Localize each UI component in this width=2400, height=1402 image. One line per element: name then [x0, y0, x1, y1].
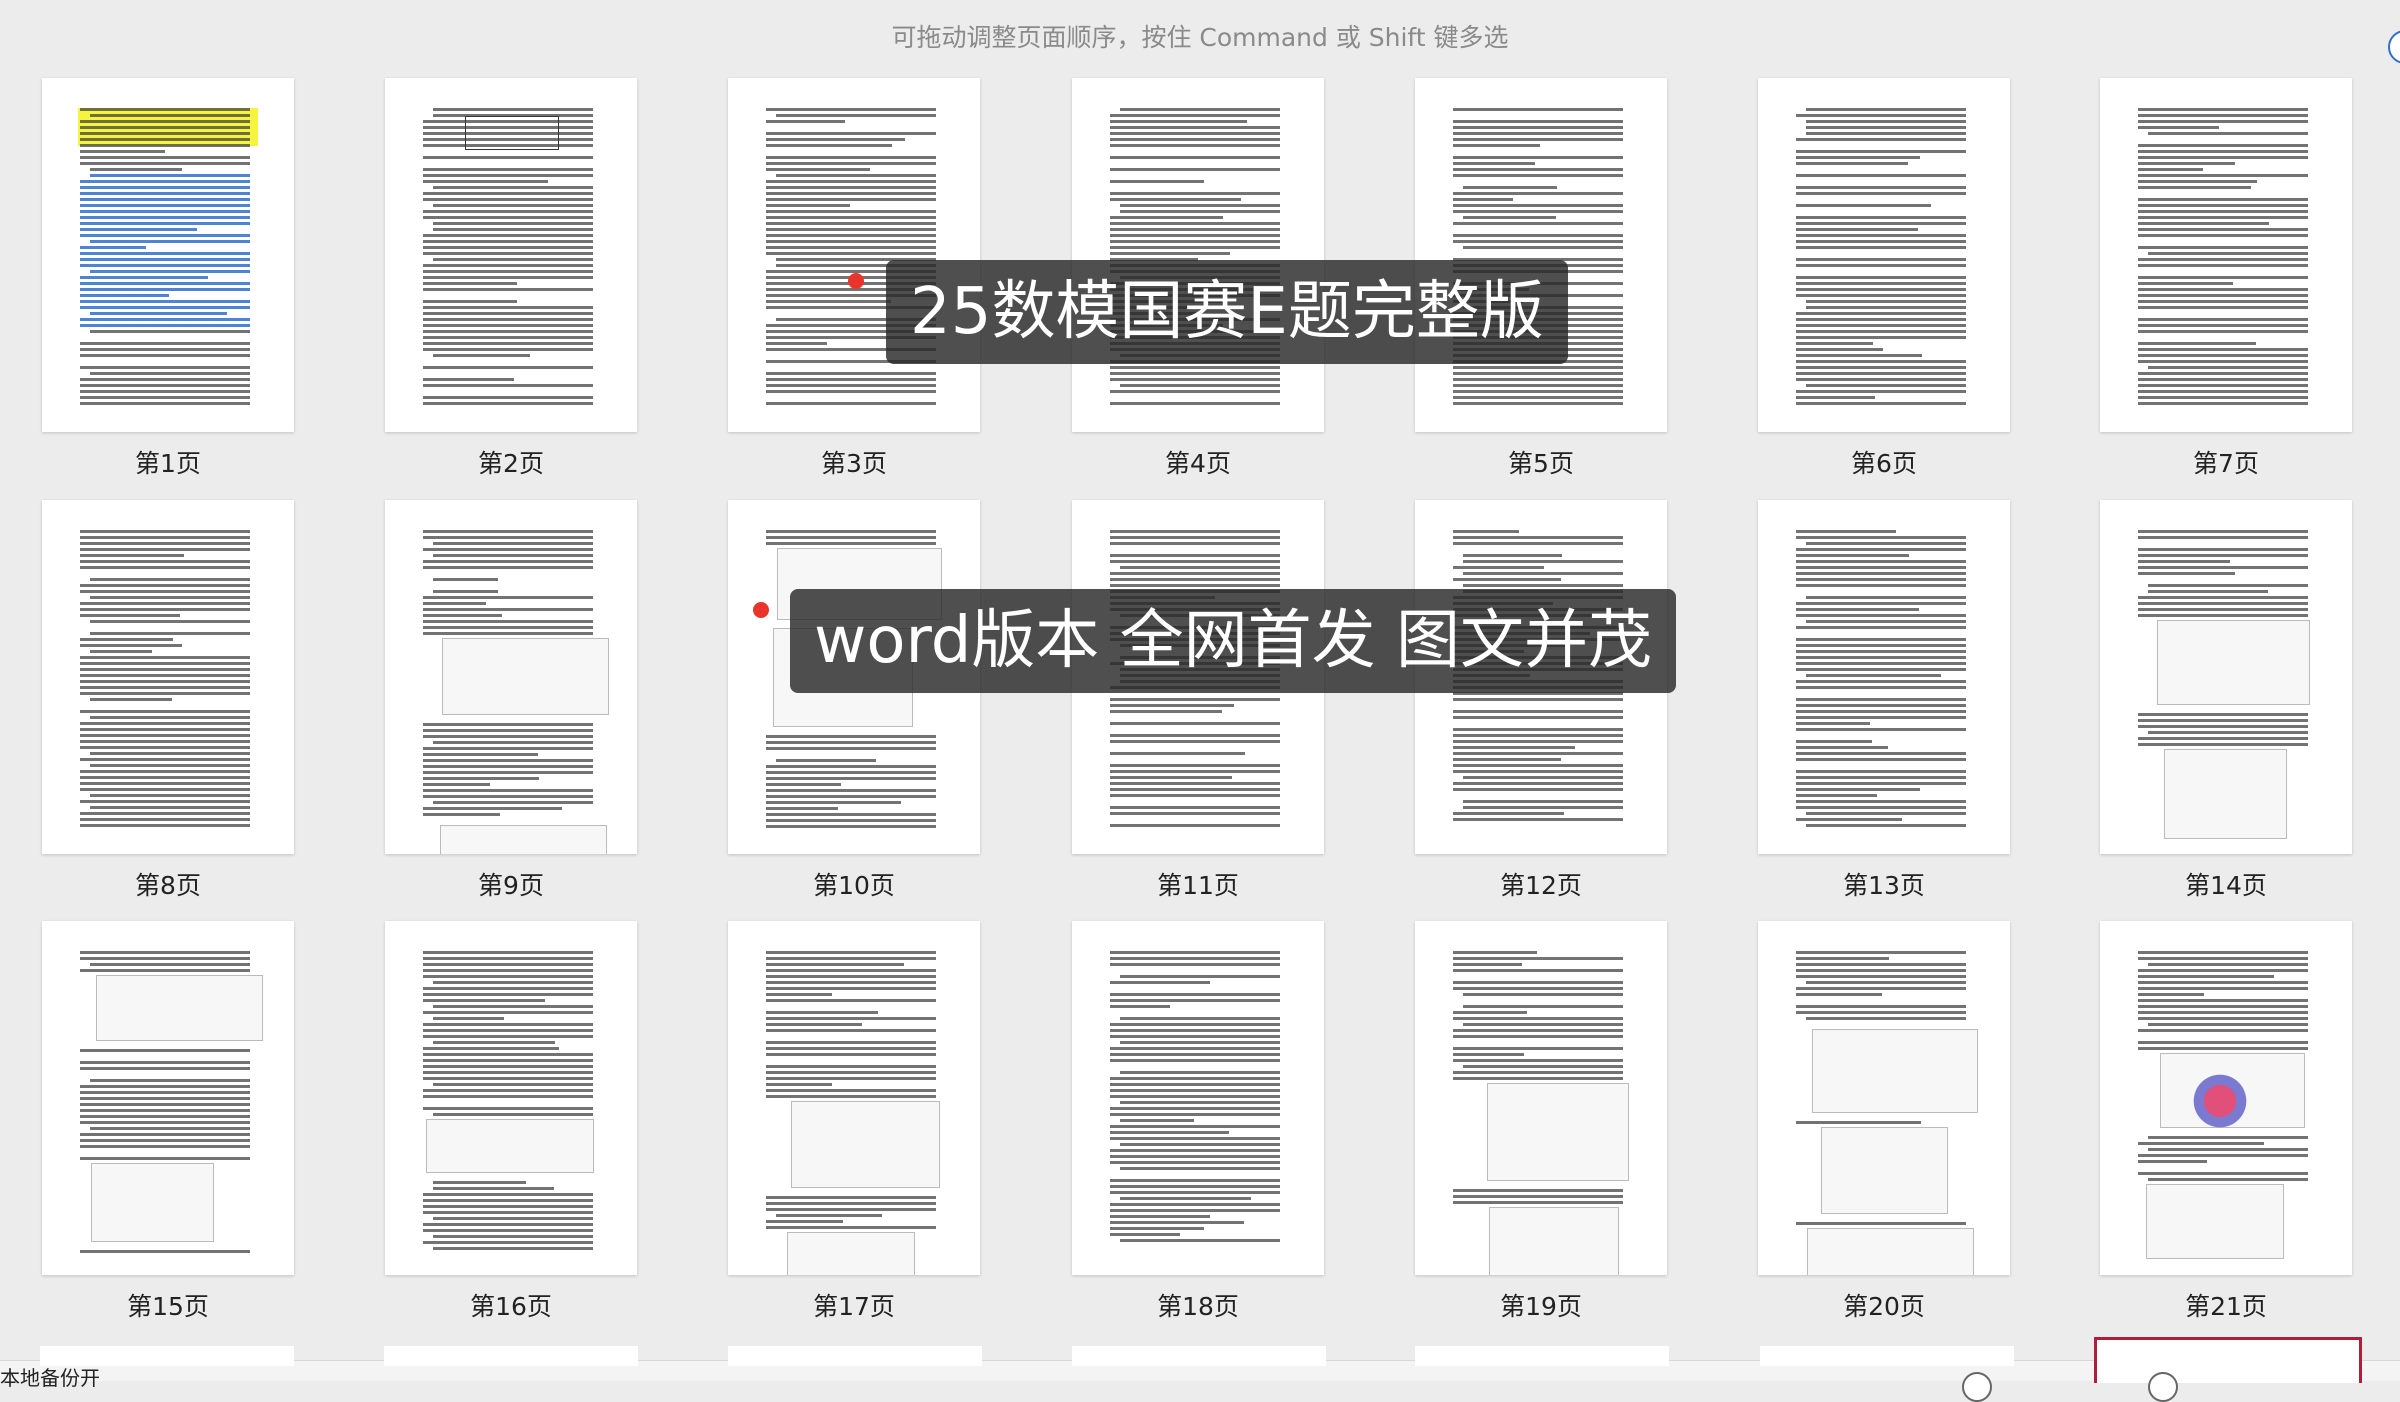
page-number-label[interactable]: 第9页: [385, 866, 637, 902]
backup-status-text: 本地备份开: [0, 1366, 100, 1390]
page-preview[interactable]: [42, 921, 294, 1275]
subtitle-overlay: word版本 全网首发 图文并茂: [790, 589, 1676, 693]
page-number-label[interactable]: 第16页: [385, 1287, 637, 1323]
page-thumbnail-partial[interactable]: [728, 1346, 982, 1366]
page-preview[interactable]: [1758, 921, 2010, 1275]
page-number-label[interactable]: 第14页: [2100, 866, 2352, 902]
overlay-title-text: 25数模国赛E题完整版: [910, 275, 1544, 349]
page-number-label[interactable]: 第1页: [42, 444, 294, 480]
page-number-label[interactable]: 第15页: [42, 1287, 294, 1323]
page-preview[interactable]: [2100, 921, 2352, 1275]
page-number-label[interactable]: 第21页: [2100, 1287, 2352, 1323]
page-preview[interactable]: [1758, 500, 2010, 854]
page-preview[interactable]: [1758, 78, 2010, 432]
page-preview[interactable]: [42, 78, 294, 432]
circle-icon: [1962, 1372, 1992, 1402]
page-number-label[interactable]: 第13页: [1758, 866, 2010, 902]
page-preview[interactable]: [728, 78, 980, 432]
red-marker-dot: [753, 602, 769, 618]
page-number-label[interactable]: 第20页: [1758, 1287, 2010, 1323]
page-number-label[interactable]: 第2页: [385, 444, 637, 480]
page-preview[interactable]: [728, 921, 980, 1275]
page-number-label[interactable]: 第4页: [1072, 444, 1324, 480]
circle-icon: [2148, 1372, 2178, 1402]
page-preview[interactable]: [1415, 921, 1667, 1275]
page-thumbnail-partial[interactable]: [384, 1346, 638, 1366]
page-preview[interactable]: [2100, 78, 2352, 432]
page-thumbnail-partial[interactable]: [40, 1346, 294, 1366]
page-preview[interactable]: [42, 500, 294, 854]
page-preview[interactable]: [1072, 78, 1324, 432]
page-preview[interactable]: [385, 500, 637, 854]
page-thumbnail-partial[interactable]: [1415, 1346, 1669, 1366]
page-number-label[interactable]: 第18页: [1072, 1287, 1324, 1323]
page-number-label[interactable]: 第19页: [1415, 1287, 1667, 1323]
page-preview[interactable]: [385, 78, 637, 432]
page-preview[interactable]: [1415, 78, 1667, 432]
page-number-label[interactable]: 第5页: [1415, 444, 1667, 480]
page-preview[interactable]: [385, 921, 637, 1275]
page-number-label[interactable]: 第6页: [1758, 444, 2010, 480]
page-thumbnail-partial[interactable]: [1072, 1346, 1326, 1366]
page-preview[interactable]: [1072, 921, 1324, 1275]
page-preview[interactable]: [2100, 500, 2352, 854]
selected-page-thumbnail[interactable]: [2094, 1337, 2362, 1383]
red-marker-dot: [848, 273, 864, 289]
page-number-label[interactable]: 第17页: [728, 1287, 980, 1323]
page-number-label[interactable]: 第8页: [42, 866, 294, 902]
page-number-label[interactable]: 第3页: [728, 444, 980, 480]
page-number-label[interactable]: 第12页: [1415, 866, 1667, 902]
page-thumbnail-partial[interactable]: [1760, 1346, 2014, 1366]
page-number-label[interactable]: 第10页: [728, 866, 980, 902]
title-overlay: 25数模国赛E题完整版: [886, 260, 1568, 364]
overlay-subtitle-text: word版本 全网首发 图文并茂: [814, 604, 1652, 678]
page-number-label[interactable]: 第7页: [2100, 444, 2352, 480]
page-number-label[interactable]: 第11页: [1072, 866, 1324, 902]
